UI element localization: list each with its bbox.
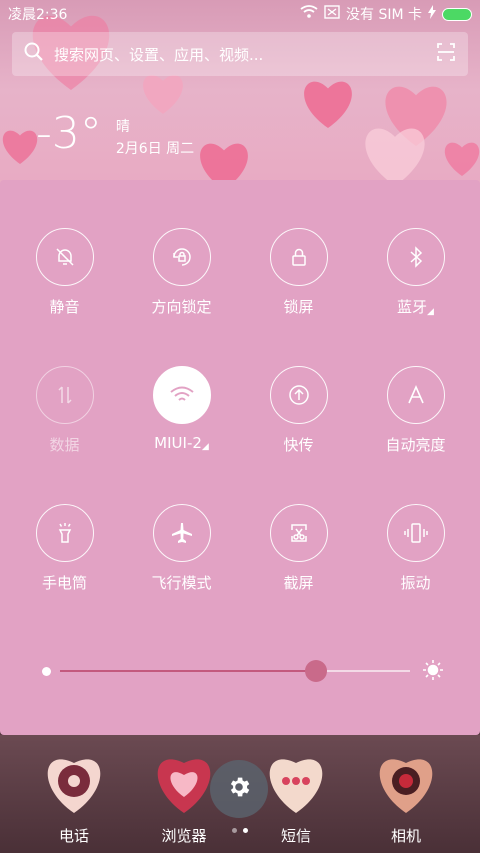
heart-decoration (442, 140, 480, 176)
toggle-rotation-lock[interactable]: 方向锁定 (123, 228, 240, 317)
no-sim-icon (324, 5, 340, 23)
gear-icon (226, 774, 252, 804)
expand-indicator-icon: ◢ (201, 442, 209, 452)
messages-app-icon (258, 743, 334, 819)
scan-icon[interactable] (436, 42, 456, 66)
toggle-auto-brightness[interactable]: 自动亮度 (357, 366, 474, 455)
wifi-icon (152, 366, 211, 424)
status-time: 凌晨2:36 (8, 7, 68, 23)
vibrate-icon (386, 504, 445, 562)
rotation-lock-icon (152, 228, 211, 286)
upload-circle-icon (269, 366, 328, 424)
battery-icon (442, 7, 472, 21)
weather-widget[interactable]: -3° 晴 2月6日 周二 (36, 112, 194, 160)
toggle-silent[interactable]: 静音 (6, 228, 123, 317)
search-bar[interactable]: 搜索网页、设置、应用、视频... (12, 32, 468, 76)
search-placeholder: 搜索网页、设置、应用、视频... (54, 45, 264, 64)
brightness-high-icon (422, 659, 444, 685)
airplane-icon (152, 504, 211, 562)
app-camera[interactable]: 相机 (356, 743, 456, 846)
temperature: -3° (36, 108, 102, 159)
toggle-screenshot[interactable]: 截屏 (240, 504, 357, 593)
flashlight-icon (35, 504, 94, 562)
toggle-lock-screen[interactable]: 锁屏 (240, 228, 357, 317)
page-dot-active (243, 828, 248, 833)
wifi-signal-icon (300, 5, 318, 23)
status-bar: 凌晨2:36 没有 SIM 卡 (0, 0, 480, 28)
toggle-wifi[interactable]: MIUI-2◢ (123, 366, 240, 452)
page-dot (232, 828, 237, 833)
expand-indicator-icon: ◢ (427, 307, 434, 317)
screenshot-scissors-icon (269, 504, 328, 562)
heart-decoration (140, 72, 186, 114)
auto-brightness-icon (386, 366, 445, 424)
toggle-flashlight[interactable]: 手电筒 (6, 504, 123, 593)
wallpaper (0, 0, 480, 200)
toggle-bluetooth[interactable]: 蓝牙◢ (357, 228, 474, 317)
heart-decoration (300, 78, 356, 128)
lock-icon (269, 228, 328, 286)
heart-decoration (360, 124, 430, 186)
bluetooth-icon (386, 228, 445, 286)
heart-decoration (0, 128, 40, 164)
data-arrows-icon (35, 366, 94, 424)
toggle-quick-transfer[interactable]: 快传 (240, 366, 357, 455)
phone-app-icon (36, 743, 112, 819)
sim-status-text: 没有 SIM 卡 (346, 7, 422, 23)
slider-fill (60, 670, 316, 672)
weather-date: 2月6日 周二 (115, 141, 195, 157)
toggle-airplane-mode[interactable]: 飞行模式 (123, 504, 240, 593)
page-indicator (232, 828, 248, 833)
search-icon (24, 42, 44, 66)
camera-app-icon (368, 743, 444, 819)
app-phone[interactable]: 电话 (24, 743, 124, 846)
bell-off-icon (35, 228, 94, 286)
brightness-slider[interactable] (40, 658, 443, 684)
slider-knob[interactable] (304, 660, 327, 682)
toggle-mobile-data[interactable]: 数据 (6, 366, 123, 455)
weather-condition: 晴 (115, 119, 130, 135)
brightness-low-icon (42, 667, 51, 676)
toggle-vibrate[interactable]: 振动 (357, 504, 474, 593)
charging-icon (428, 5, 436, 23)
quick-settings-panel: 静音 方向锁定 锁屏 蓝牙◢ 数据 MIUI-2◢ 快传 自动亮度 手电筒 飞行… (0, 180, 480, 735)
settings-button[interactable] (210, 760, 268, 818)
